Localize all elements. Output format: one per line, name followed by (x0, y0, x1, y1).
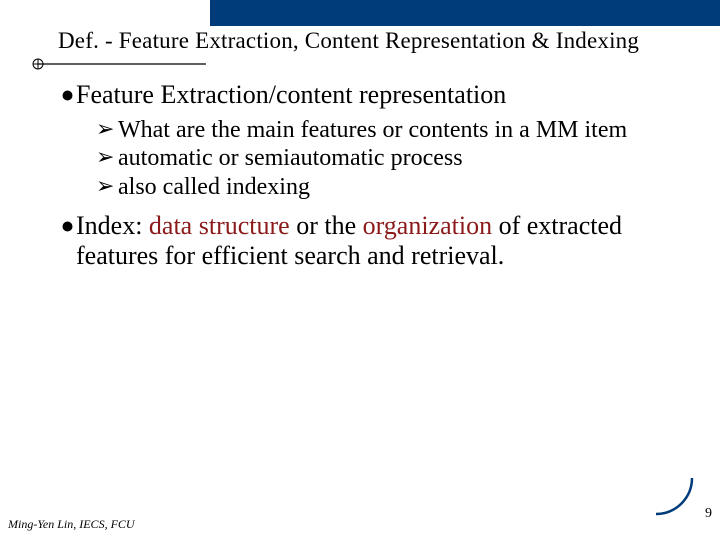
page-number: 9 (705, 506, 712, 522)
bullet-level1: Index: data structure or the organizatio… (62, 211, 662, 271)
bullet-level2: ➢ also called indexing (96, 173, 662, 201)
corner-arc-decoration (654, 476, 694, 516)
bullet-level2: ➢ What are the main features or contents… (96, 116, 662, 144)
sub-bullet-group: ➢ What are the main features or contents… (96, 116, 662, 201)
arrow-bullet-icon: ➢ (96, 144, 118, 170)
arrow-bullet-icon: ➢ (96, 116, 118, 142)
header-accent-bar (210, 0, 720, 26)
bullet-text: automatic or semiautomatic process (118, 144, 463, 172)
text-run-accent: data structure (149, 211, 290, 240)
bullet-level2: ➢ automatic or semiautomatic process (96, 144, 662, 172)
disc-bullet-icon (62, 80, 76, 101)
slide-title: Def. - Feature Extraction, Content Repre… (58, 28, 639, 54)
bullet-level1: Feature Extraction/content representatio… (62, 80, 662, 110)
arrow-bullet-icon: ➢ (96, 173, 118, 199)
text-run-accent: organization (363, 211, 492, 240)
title-underline-decoration (30, 58, 205, 68)
footer-author: Ming-Yen Lin, IECS, FCU (8, 517, 135, 532)
text-run: or the (290, 211, 363, 240)
bullet-text: Index: data structure or the organizatio… (76, 211, 662, 271)
disc-bullet-icon (62, 211, 76, 232)
bullet-text: Feature Extraction/content representatio… (76, 80, 506, 110)
bullet-text: What are the main features or contents i… (118, 116, 627, 144)
bullet-text: also called indexing (118, 173, 310, 201)
slide-body: Feature Extraction/content representatio… (62, 78, 662, 271)
text-run: Index: (76, 211, 149, 240)
slide: Def. - Feature Extraction, Content Repre… (0, 0, 720, 540)
